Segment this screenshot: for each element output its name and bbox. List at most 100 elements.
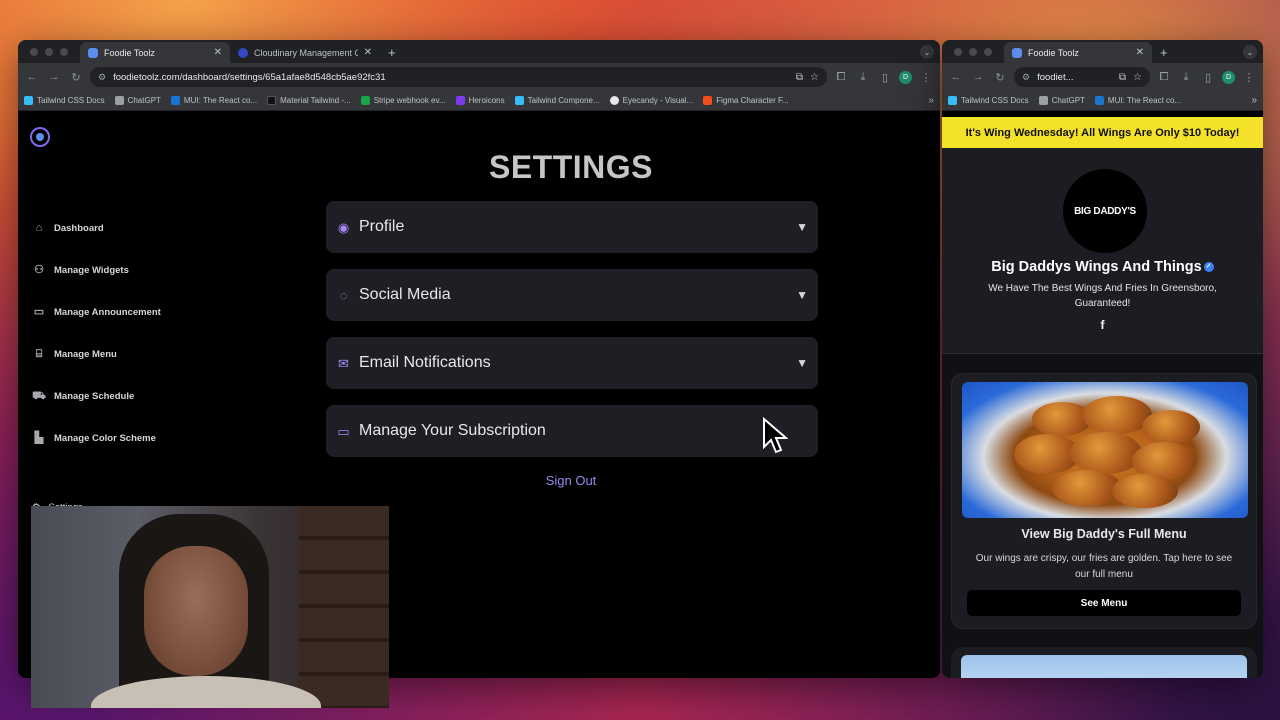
menu-card-description: Our wings are crispy, our fries are gold… [975, 553, 1233, 580]
side-panel-icon[interactable]: ▯ [877, 71, 893, 84]
chat-bubble-icon: ◌ [339, 287, 348, 303]
new-tab-button[interactable]: + [1152, 42, 1176, 63]
address-bar[interactable]: ⚙ foodiet... ⧉ ☆ [1014, 67, 1150, 87]
bookmark-item[interactable]: Eyecandy - Visual... [609, 96, 693, 105]
webcam-overlay [31, 506, 389, 708]
sidebar-item-dashboard[interactable]: ⌂ Dashboard [32, 207, 202, 249]
business-tagline: We Have The Best Wings And Fries In Gree… [988, 283, 1217, 309]
presenter-face [144, 546, 248, 676]
bookmark-item[interactable]: Material Tailwind -... [267, 96, 351, 105]
tab-foodie-toolz[interactable]: Foodie Toolz ✕ [1004, 42, 1152, 63]
site-settings-icon[interactable]: ⚙ [98, 72, 106, 83]
bookmark-item[interactable]: MUI: The React co... [1094, 96, 1181, 105]
business-name: Big Daddys Wings And Things ✓ [942, 259, 1263, 275]
link-page-preview: It's Wing Wednesday! All Wings Are Only … [942, 117, 1263, 678]
download-icon[interactable]: ⤓ [1178, 71, 1194, 84]
accordion-label: Social Media [359, 286, 451, 303]
user-circle-icon: ◉ [337, 219, 350, 235]
address-bar[interactable]: ⚙ foodietoolz.com/dashboard/settings/65a… [90, 67, 827, 87]
sign-out-link[interactable]: Sign Out [326, 473, 816, 488]
window-controls[interactable] [942, 40, 1004, 63]
bookmark-favicon-icon [1094, 96, 1104, 105]
bookmark-favicon-icon [114, 96, 124, 105]
accordion-email-notifications[interactable]: ✉ Email Notifications ▼ [326, 337, 818, 389]
sidebar-item-manage-widgets[interactable]: ⚇ Manage Widgets [32, 249, 202, 291]
menu-card-title: View Big Daddy's Full Menu [1021, 527, 1187, 541]
profile-avatar[interactable]: D [1222, 70, 1235, 84]
see-menu-button[interactable]: See Menu [967, 590, 1241, 616]
chevron-down-icon: ▼ [796, 288, 808, 302]
browser-menu-icon[interactable]: ⋮ [1241, 71, 1257, 84]
chevron-down-icon: ▼ [796, 220, 808, 234]
facebook-icon[interactable]: f [942, 318, 1263, 332]
side-panel-icon[interactable]: ▯ [1200, 71, 1216, 84]
reload-icon[interactable]: ↻ [992, 71, 1008, 84]
foodie-toolz-favicon-icon [88, 47, 98, 58]
browser-menu-icon[interactable]: ⋮ [918, 71, 934, 84]
bookmark-item[interactable]: Figma Character F... [703, 96, 789, 105]
accordion-label: Manage Your Subscription [359, 422, 546, 439]
next-link-card[interactable] [951, 647, 1257, 678]
sidebar-item-manage-color-scheme[interactable]: ▙ Manage Color Scheme [32, 417, 202, 459]
browser-toolbar: ← → ↻ ⚙ foodietoolz.com/dashboard/settin… [18, 63, 940, 91]
bookmark-item[interactable]: Tailwind CSS Docs [948, 96, 1029, 105]
bookmark-item[interactable]: ChatGPT [114, 96, 161, 105]
bookmark-favicon-icon [170, 96, 180, 105]
close-tab-icon[interactable]: ✕ [364, 47, 372, 58]
extensions-icon[interactable]: ⧠ [833, 71, 849, 84]
tab-search-chevron-icon[interactable]: ⌄ [920, 45, 934, 59]
truck-icon: ⛟ [32, 390, 46, 402]
bookmarks-overflow-icon[interactable]: » [1251, 95, 1257, 106]
close-tab-icon[interactable]: ✕ [1136, 47, 1144, 58]
sidebar-item-manage-menu[interactable]: ⌸ Manage Menu [32, 333, 202, 375]
bookmark-item[interactable]: Heroicons [455, 96, 505, 105]
accordion-social-media[interactable]: ◌ Social Media ▼ [326, 269, 818, 321]
sidebar-item-manage-announcement[interactable]: ▭ Manage Announcement [32, 291, 202, 333]
bookmark-star-icon[interactable]: ☆ [810, 72, 819, 83]
business-profile-card: BIG DADDY'S Big Daddys Wings And Things ✓… [942, 148, 1263, 354]
bookmark-favicon-icon [609, 96, 619, 105]
tab-cloudinary[interactable]: Cloudinary Management Con ✕ [230, 42, 380, 63]
manage-subscription-button[interactable]: ▭ Manage Your Subscription [326, 405, 818, 457]
forward-arrow-icon[interactable]: → [970, 71, 986, 83]
bookmark-favicon-icon [1038, 96, 1048, 105]
foodie-toolz-logo-icon[interactable] [30, 127, 50, 147]
site-settings-icon[interactable]: ⚙ [1022, 72, 1030, 83]
install-app-icon[interactable]: ⧉ [796, 72, 803, 83]
tab-foodie-toolz[interactable]: Foodie Toolz ✕ [80, 42, 230, 63]
credit-card-icon: ▭ [337, 423, 350, 439]
back-arrow-icon[interactable]: ← [24, 71, 40, 83]
menu-link-card[interactable]: View Big Daddy's Full Menu Our wings are… [951, 373, 1257, 629]
bookmark-favicon-icon [948, 96, 957, 105]
bookmark-star-icon[interactable]: ☆ [1133, 72, 1142, 83]
accordion-profile[interactable]: ◉ Profile ▼ [326, 201, 818, 253]
bookmark-item[interactable]: Tailwind Compone... [514, 96, 600, 105]
reload-icon[interactable]: ↻ [68, 71, 84, 84]
chevron-down-icon: ▼ [796, 356, 808, 370]
bookmark-item[interactable]: Tailwind CSS Docs [24, 96, 105, 105]
bookmark-item[interactable]: ChatGPT [1038, 96, 1085, 105]
download-icon[interactable]: ⤓ [855, 71, 871, 84]
profile-avatar[interactable]: D [899, 70, 912, 84]
install-app-icon[interactable]: ⧉ [1119, 72, 1126, 83]
foodie-toolz-favicon-icon [1012, 47, 1022, 58]
tab-search-chevron-icon[interactable]: ⌄ [1243, 45, 1257, 59]
tab-strip: Foodie Toolz ✕ + ⌄ [942, 40, 1263, 63]
back-arrow-icon[interactable]: ← [948, 71, 964, 83]
forward-arrow-icon[interactable]: → [46, 71, 62, 83]
sidebar-nav: ⌂ Dashboard ⚇ Manage Widgets ▭ Manage An… [32, 207, 202, 459]
bookshelf [299, 506, 389, 708]
bookmark-item[interactable]: MUI: The React co... [170, 96, 257, 105]
bookmark-favicon-icon [514, 96, 524, 105]
sidebar-item-manage-schedule[interactable]: ⛟ Manage Schedule [32, 375, 202, 417]
bookmark-favicon-icon [455, 96, 465, 105]
bookmarks-overflow-icon[interactable]: » [928, 95, 934, 106]
close-tab-icon[interactable]: ✕ [214, 47, 222, 58]
bookmarks-bar: Tailwind CSS Docs ChatGPT MUI: The React… [18, 91, 940, 111]
bookmark-item[interactable]: Stripe webhook ev... [360, 96, 446, 105]
page-title: SETTINGS [488, 149, 653, 185]
extensions-icon[interactable]: ⧠ [1156, 71, 1172, 84]
window-controls[interactable] [18, 40, 80, 63]
new-tab-button[interactable]: + [380, 42, 404, 63]
store-icon: ⌸ [35, 348, 43, 360]
